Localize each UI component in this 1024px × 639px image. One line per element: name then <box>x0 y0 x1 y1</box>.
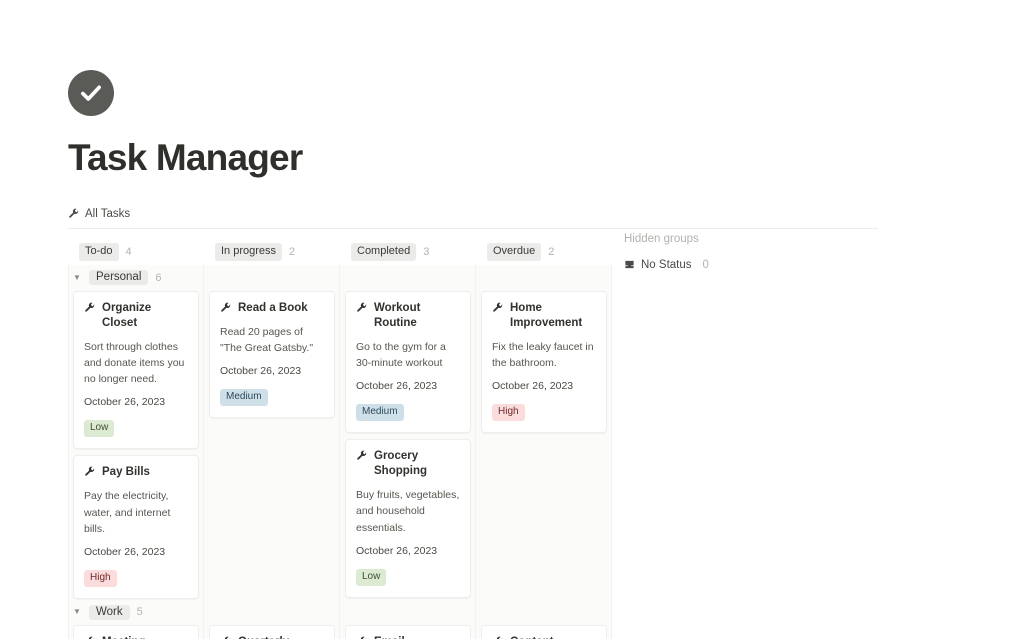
group-column-todo: Organize Closet Sort through clothes and… <box>68 291 204 599</box>
wrench-icon <box>356 450 367 461</box>
wrench-icon <box>84 302 95 313</box>
card-date: October 26, 2023 <box>84 546 188 558</box>
card-title: Home Improvement <box>510 301 596 331</box>
group-body-work: Meeting Preparation Prepare an agenda an… <box>68 625 1024 639</box>
column-header-todo[interactable]: To-do 4 <box>68 243 204 261</box>
card-title: Meeting Preparation <box>102 635 188 639</box>
card-description: Sort through clothes and donate items yo… <box>84 339 188 388</box>
card-date: October 26, 2023 <box>220 365 324 377</box>
group-column-overdue: Home Improvement Fix the leaky faucet in… <box>476 291 612 599</box>
column-count: 2 <box>289 246 295 258</box>
group-count: 6 <box>155 272 161 284</box>
group-column-todo: Meeting Preparation Prepare an agenda an… <box>68 625 204 639</box>
group-count: 5 <box>137 606 143 618</box>
wrench-icon <box>68 208 79 219</box>
page-header: Task Manager <box>0 0 1024 179</box>
wrench-icon <box>492 302 503 313</box>
card-title: Workout Routine <box>374 301 460 331</box>
column-title: To-do <box>79 243 119 261</box>
task-card[interactable]: Home Improvement Fix the leaky faucet in… <box>481 291 607 433</box>
group-work: ▼ Work 5 Meeting Preparation Prepare an … <box>68 599 1024 639</box>
card-date: October 26, 2023 <box>84 396 188 408</box>
card-title: Read a Book <box>238 301 308 316</box>
group-name: Work <box>89 605 130 620</box>
card-title: Grocery Shopping <box>374 449 460 479</box>
task-card[interactable]: Grocery Shopping Buy fruits, vegetables,… <box>345 439 471 598</box>
task-card[interactable]: Read a Book Read 20 pages of "The Great … <box>209 291 335 418</box>
group-header-work[interactable]: ▼ Work 5 <box>68 599 1024 625</box>
priority-badge: Low <box>356 569 386 586</box>
wrench-icon <box>356 302 367 313</box>
card-date: October 26, 2023 <box>356 545 460 557</box>
group-column-completed: Email Responses Reply to important email… <box>340 625 476 639</box>
task-card[interactable]: Quarterly Goals Review Review progress o… <box>209 625 335 639</box>
card-title-row: Organize Closet <box>84 301 188 331</box>
column-count: 2 <box>548 246 554 258</box>
priority-badge: Low <box>84 420 114 437</box>
card-title: Email Responses <box>374 635 460 639</box>
group-name: Personal <box>89 270 148 285</box>
card-title: Organize Closet <box>102 301 188 331</box>
card-title: Quarterly Goals Review <box>238 635 324 639</box>
column-header-overdue[interactable]: Overdue 2 <box>476 243 612 261</box>
task-card[interactable]: Meeting Preparation Prepare an agenda an… <box>73 625 199 639</box>
group-body-personal: Organize Closet Sort through clothes and… <box>68 291 1024 599</box>
chevron-down-icon[interactable]: ▼ <box>72 608 82 616</box>
card-date: October 26, 2023 <box>492 380 596 392</box>
task-manager-page: Task Manager All Tasks To-do 4 <box>0 0 1024 639</box>
card-description: Go to the gym for a 30-minute workout <box>356 339 460 372</box>
card-title-row: Pay Bills <box>84 465 188 480</box>
task-card[interactable]: Pay Bills Pay the electricity, water, an… <box>73 455 199 599</box>
group-column-inprogress: Quarterly Goals Review Review progress o… <box>204 625 340 639</box>
group-personal: ▼ Personal 6 Organize Closet Sort throug… <box>68 265 1024 599</box>
group-column-completed: Workout Routine Go to the gym for a 30-m… <box>340 291 476 599</box>
priority-badge: High <box>492 404 525 421</box>
card-description: Read 20 pages of "The Great Gatsby." <box>220 324 324 357</box>
chevron-down-icon[interactable]: ▼ <box>72 274 82 282</box>
column-count: 4 <box>126 246 132 258</box>
check-circle-icon <box>68 70 114 116</box>
card-title-row: Meeting Preparation <box>84 635 188 639</box>
kanban-board: To-do 4 In progress 2 Completed 3 Overdu… <box>68 239 1024 639</box>
wrench-icon <box>84 466 95 477</box>
priority-badge: Medium <box>356 404 404 421</box>
task-card[interactable]: Organize Closet Sort through clothes and… <box>73 291 199 450</box>
column-title: Completed <box>351 243 416 261</box>
card-description: Fix the leaky faucet in the bathroom. <box>492 339 596 372</box>
card-title-row: Workout Routine <box>356 301 460 331</box>
card-description: Buy fruits, vegetables, and household es… <box>356 487 460 536</box>
card-date: October 26, 2023 <box>356 380 460 392</box>
view-tabbar: All Tasks <box>68 206 878 229</box>
group-column-overdue: Content Creation Write blog posts or soc… <box>476 625 612 639</box>
card-title-row: Email Responses <box>356 635 460 639</box>
column-header-completed[interactable]: Completed 3 <box>340 243 476 261</box>
card-title: Content Creation <box>510 635 596 639</box>
column-header-inprogress[interactable]: In progress 2 <box>204 243 340 261</box>
card-title: Pay Bills <box>102 465 150 480</box>
card-title-row: Home Improvement <box>492 301 596 331</box>
priority-badge: High <box>84 570 117 587</box>
hidden-groups-title: Hidden groups <box>624 233 874 245</box>
column-count: 3 <box>423 246 429 258</box>
task-card[interactable]: Workout Routine Go to the gym for a 30-m… <box>345 291 471 433</box>
card-title-row: Quarterly Goals Review <box>220 635 324 639</box>
card-title-row: Grocery Shopping <box>356 449 460 479</box>
task-card[interactable]: Content Creation Write blog posts or soc… <box>481 625 607 639</box>
card-title-row: Content Creation <box>492 635 596 639</box>
page-title: Task Manager <box>68 138 1024 179</box>
group-column-inprogress: Read a Book Read 20 pages of "The Great … <box>204 291 340 599</box>
task-card[interactable]: Email Responses Reply to important email… <box>345 625 471 639</box>
priority-badge: Medium <box>220 389 268 406</box>
group-header-personal[interactable]: ▼ Personal 6 <box>68 265 1024 291</box>
column-title: Overdue <box>487 243 541 261</box>
card-description: Pay the electricity, water, and internet… <box>84 488 188 537</box>
column-title: In progress <box>215 243 282 261</box>
card-title-row: Read a Book <box>220 301 324 316</box>
wrench-icon <box>220 302 231 313</box>
column-header-row: To-do 4 In progress 2 Completed 3 Overdu… <box>68 239 1024 265</box>
tab-all-tasks[interactable]: All Tasks <box>68 206 134 222</box>
tab-label: All Tasks <box>85 208 130 220</box>
